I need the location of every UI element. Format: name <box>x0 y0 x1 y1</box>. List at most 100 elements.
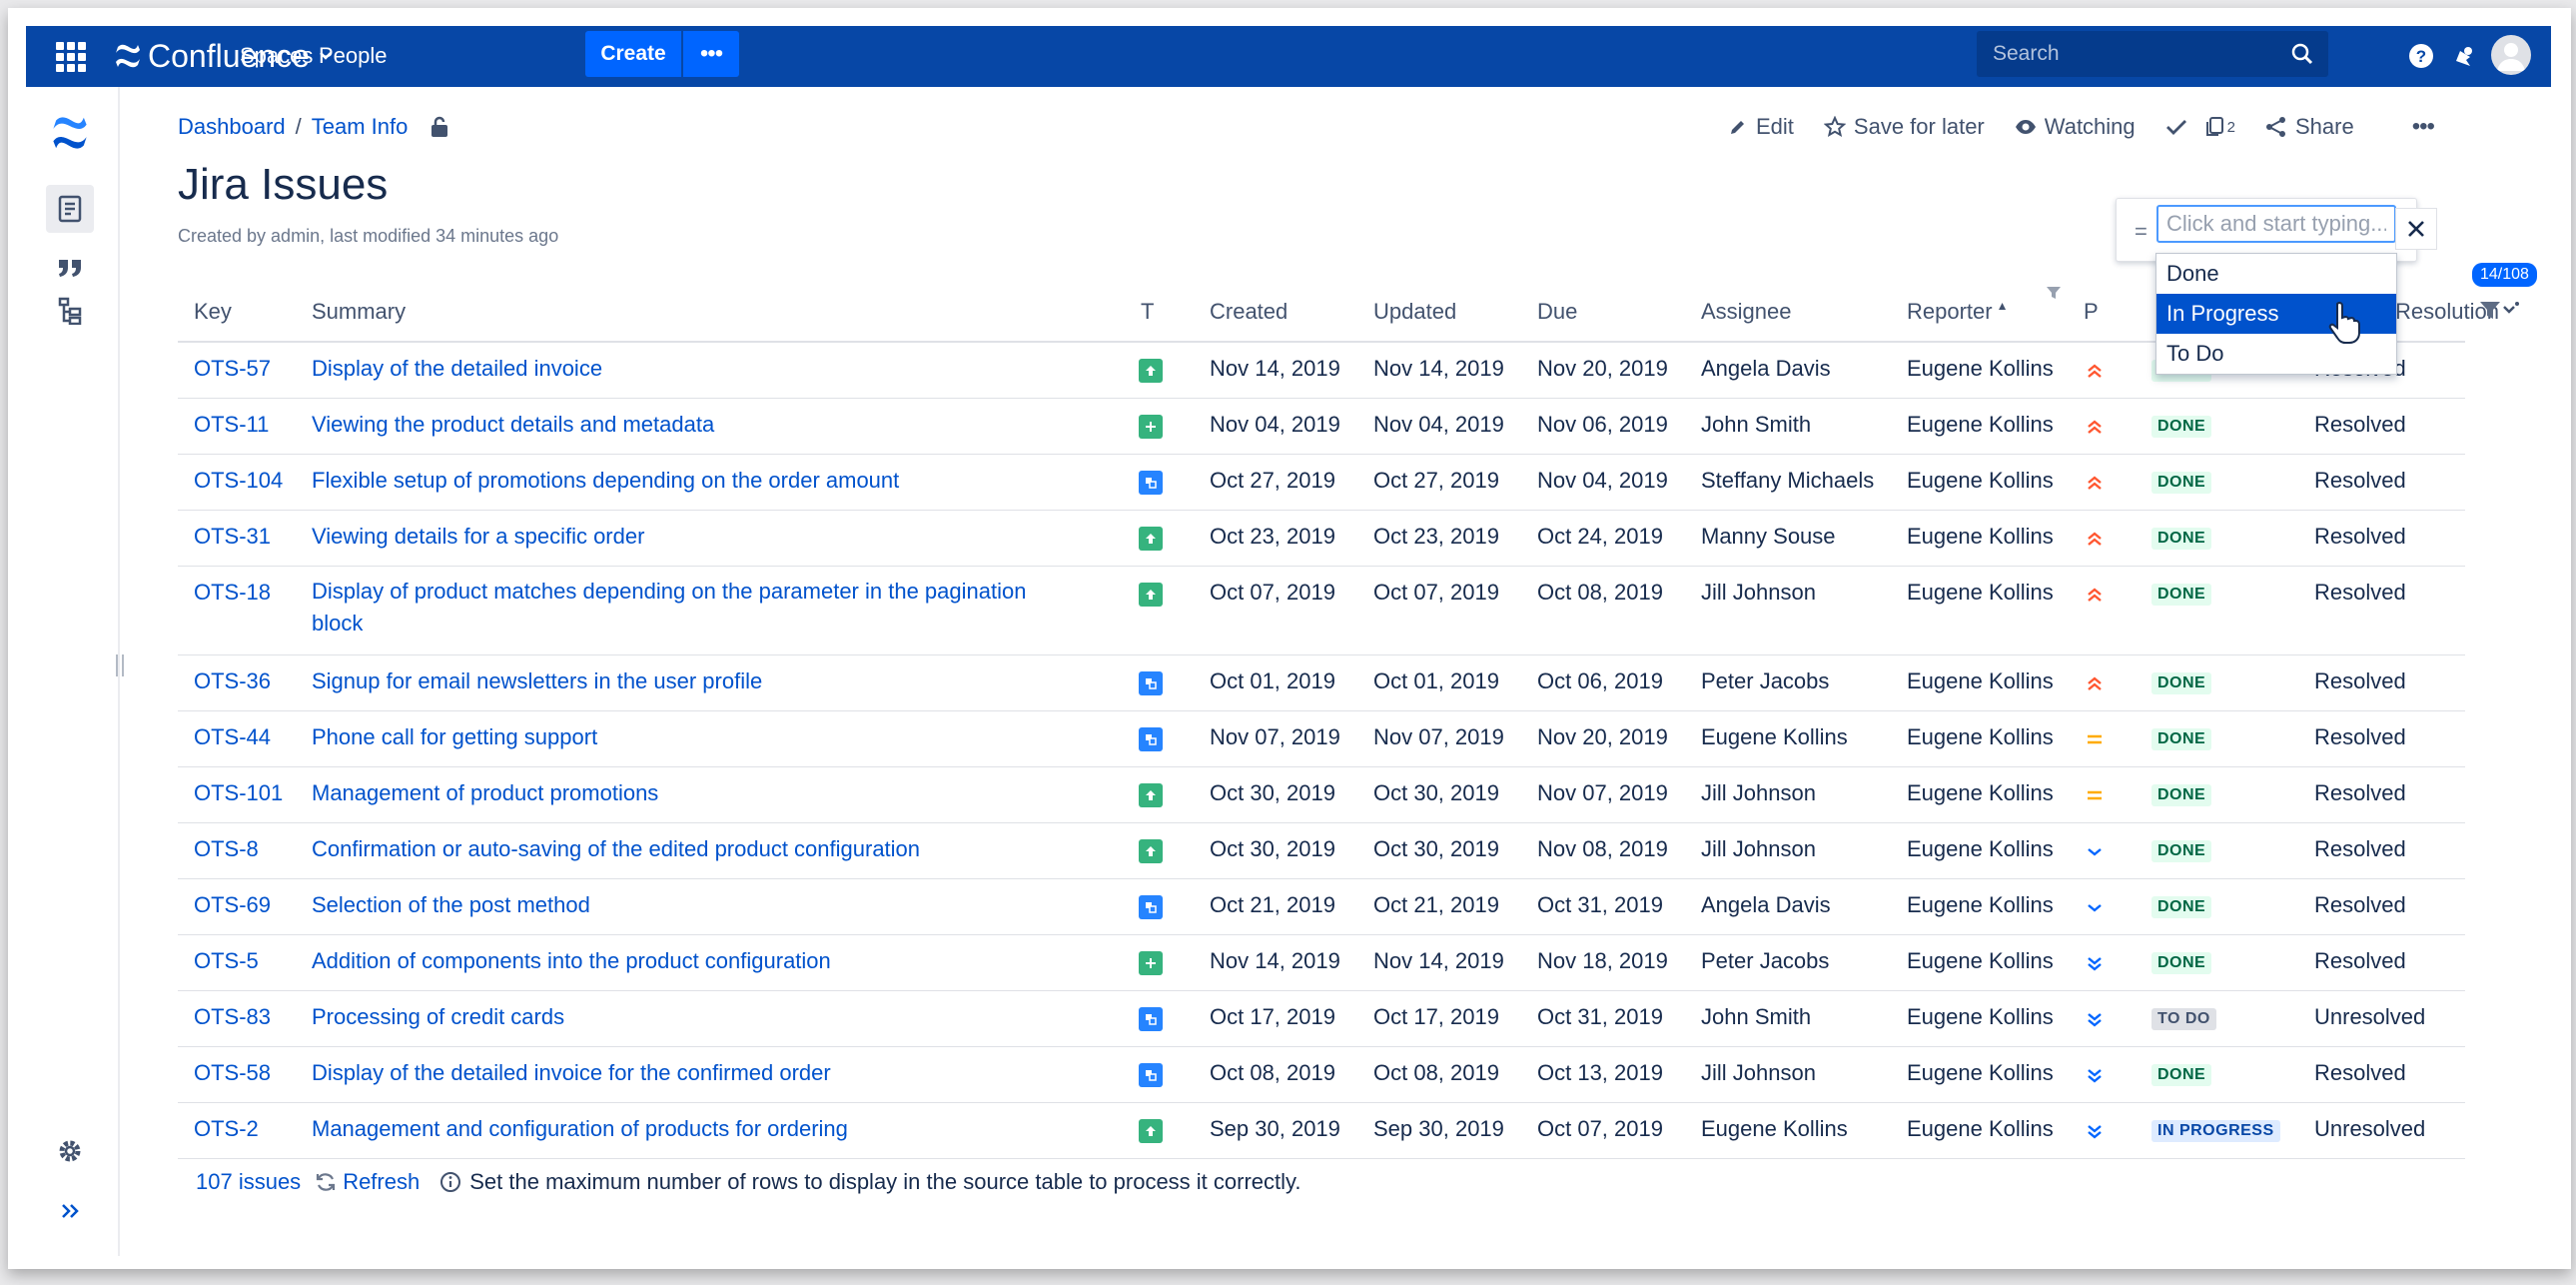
search-icon[interactable] <box>2290 42 2314 66</box>
unlock-icon[interactable] <box>429 116 449 138</box>
subtask-type-icon <box>1139 471 1163 495</box>
filter-close-button[interactable] <box>2395 208 2437 250</box>
issue-key-link[interactable]: OTS-104 <box>194 468 283 494</box>
assignee-name: Manny Souse <box>1701 524 1836 549</box>
more-actions-icon[interactable]: ••• <box>2412 113 2435 141</box>
issue-summary-link[interactable]: Selection of the post method <box>312 892 590 918</box>
due-date: Oct 31, 2019 <box>1537 892 1663 917</box>
nav-people[interactable]: People <box>319 36 388 76</box>
due-date: Nov 06, 2019 <box>1537 412 1668 437</box>
edit-button[interactable]: Edit <box>1728 114 1794 140</box>
resolution-value: Resolved <box>2314 892 2406 917</box>
issue-summary-link[interactable]: Display of the detailed invoice for the … <box>312 1060 831 1086</box>
status-lozenge: IN PROGRESS <box>2151 1120 2280 1142</box>
issue-key-link[interactable]: OTS-36 <box>194 668 271 694</box>
column-reporter-label: Reporter <box>1907 299 1993 324</box>
search-box <box>1977 31 2328 77</box>
filter-operator: = <box>2135 219 2147 244</box>
save-for-later-label: Save for later <box>1853 114 1985 139</box>
issue-summary-link[interactable]: Phone call for getting support <box>312 724 597 750</box>
issue-key-link[interactable]: OTS-2 <box>194 1116 259 1142</box>
issue-key-link[interactable]: OTS-8 <box>194 836 259 862</box>
issue-key-link[interactable]: OTS-11 <box>194 412 269 438</box>
status-lozenge: TO DO <box>2151 1008 2216 1030</box>
sidebar-resize-handle[interactable] <box>116 654 124 676</box>
issue-key-link[interactable]: OTS-44 <box>194 724 271 750</box>
copy-icon <box>2205 117 2223 136</box>
issue-summary-link[interactable]: Display of product matches depending on … <box>312 576 1071 640</box>
column-key[interactable]: Key <box>194 299 232 325</box>
refresh-button[interactable]: Refresh <box>315 1169 420 1195</box>
expand-sidebar-icon[interactable] <box>46 1187 94 1235</box>
create-more-button[interactable]: ••• <box>683 31 739 77</box>
assignee-name: Eugene Kollins <box>1701 724 1848 749</box>
issues-count-link[interactable]: 107 issues <box>196 1169 301 1195</box>
issue-summary-link[interactable]: Management and configuration of products… <box>312 1116 848 1142</box>
notifications-icon[interactable] <box>2447 40 2479 72</box>
story-type-icon <box>1139 527 1163 551</box>
table-row: OTS-57 Display of the detailed invoice Nov… <box>178 343 2465 399</box>
column-summary[interactable]: Summary <box>312 299 406 325</box>
table-row: OTS-18 Display of product matches dependi… <box>178 567 2465 655</box>
column-reporter[interactable]: Reporter ▲ <box>1907 299 2008 325</box>
copies-button[interactable]: 2 <box>2203 116 2235 138</box>
new-feature-type-icon <box>1139 415 1163 439</box>
filter-option-done[interactable]: Done <box>2156 254 2396 294</box>
updated-date: Nov 14, 2019 <box>1373 948 1504 973</box>
column-priority[interactable]: P <box>2084 299 2099 325</box>
user-avatar[interactable] <box>2491 35 2531 75</box>
app-switcher-icon[interactable] <box>56 42 86 72</box>
breadcrumb-team-info[interactable]: Team Info <box>312 114 409 140</box>
issue-summary-link[interactable]: Confirmation or auto-saving of the edite… <box>312 836 920 862</box>
pages-icon[interactable] <box>46 185 94 233</box>
save-for-later-button[interactable]: Save for later <box>1823 114 1985 140</box>
filter-value-input[interactable] <box>2156 205 2396 243</box>
issue-summary-link[interactable]: Flexible setup of promotions depending o… <box>312 468 899 494</box>
issue-key-link[interactable]: OTS-18 <box>194 580 271 606</box>
resolution-value: Resolved <box>2314 724 2406 749</box>
assignee-name: Jill Johnson <box>1701 1060 1816 1085</box>
reporter-name: Eugene Kollins <box>1907 668 2054 693</box>
help-icon[interactable]: ? <box>2405 40 2437 72</box>
space-settings-gear-icon[interactable] <box>46 1127 94 1175</box>
column-filter-funnel-icon[interactable] <box>2046 285 2062 301</box>
issue-summary-link[interactable]: Addition of components into the product … <box>312 948 831 974</box>
issue-key-link[interactable]: OTS-5 <box>194 948 259 974</box>
issue-key-link[interactable]: OTS-101 <box>194 780 283 806</box>
issue-summary-link[interactable]: Display of the detailed invoice <box>312 356 602 382</box>
issue-summary-link[interactable]: Viewing the product details and metadata <box>312 412 714 438</box>
space-logo-icon[interactable] <box>46 109 94 157</box>
column-type[interactable]: T <box>1141 299 1154 325</box>
due-date: Nov 18, 2019 <box>1537 948 1668 973</box>
search-input[interactable] <box>1991 41 2274 67</box>
issue-key-link[interactable]: OTS-58 <box>194 1060 271 1086</box>
page-tree-icon[interactable] <box>46 287 94 335</box>
table-row: OTS-36 Signup for email newsletters in th… <box>178 655 2465 711</box>
nav-people-label: People <box>319 43 388 68</box>
watching-button[interactable]: Watching <box>2015 114 2136 140</box>
assignee-name: Jill Johnson <box>1701 780 1816 805</box>
issue-key-link[interactable]: OTS-57 <box>194 356 271 382</box>
issue-key-link[interactable]: OTS-69 <box>194 892 271 918</box>
column-assignee[interactable]: Assignee <box>1701 299 1792 325</box>
issue-summary-link[interactable]: Signup for email newsletters in the user… <box>312 668 762 694</box>
column-created[interactable]: Created <box>1210 299 1288 325</box>
column-updated[interactable]: Updated <box>1373 299 1456 325</box>
issue-summary-link[interactable]: Processing of credit cards <box>312 1004 564 1030</box>
reporter-name: Eugene Kollins <box>1907 836 2054 861</box>
column-due[interactable]: Due <box>1537 299 1577 325</box>
create-button[interactable]: Create <box>585 31 681 77</box>
blog-quote-icon[interactable] <box>46 243 94 291</box>
story-type-icon <box>1139 839 1163 863</box>
assignee-name: Angela Davis <box>1701 356 1831 381</box>
issue-summary-link[interactable]: Viewing details for a specific order <box>312 524 644 550</box>
breadcrumb-dashboard[interactable]: Dashboard <box>178 114 286 140</box>
issue-key-link[interactable]: OTS-31 <box>194 524 271 550</box>
table-row: OTS-58 Display of the detailed invoice fo… <box>178 1047 2465 1103</box>
resolve-check-button[interactable] <box>2165 118 2187 136</box>
issue-summary-link[interactable]: Management of product promotions <box>312 780 658 806</box>
share-button[interactable]: Share <box>2265 114 2354 140</box>
table-filter-funnel-icon[interactable] <box>2479 299 2519 323</box>
priority-medium-icon <box>2082 782 2108 808</box>
issue-key-link[interactable]: OTS-83 <box>194 1004 271 1030</box>
